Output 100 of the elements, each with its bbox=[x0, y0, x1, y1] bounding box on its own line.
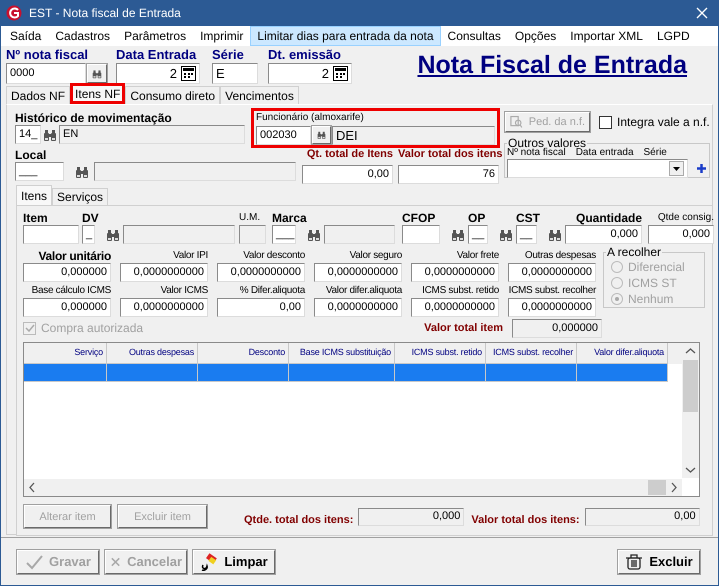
column-label: Série bbox=[644, 147, 667, 158]
lookup-button[interactable] bbox=[311, 125, 332, 145]
input-field[interactable]: ___ bbox=[15, 162, 64, 181]
menu-item[interactable]: Limitar dias para entrada da nota bbox=[250, 26, 441, 46]
menu-item[interactable]: Parâmetros bbox=[117, 26, 194, 46]
calendar-icon[interactable] bbox=[333, 66, 348, 81]
tab[interactable]: Itens NF bbox=[70, 83, 126, 104]
input-field[interactable]: 76 bbox=[398, 165, 499, 184]
input-field[interactable] bbox=[324, 225, 395, 244]
eraser-icon bbox=[200, 552, 218, 570]
radio-label: ICMS ST bbox=[628, 276, 677, 290]
document-search-icon bbox=[510, 115, 523, 129]
input-field[interactable]: 0,0000000000 bbox=[508, 263, 596, 282]
menu-item[interactable]: Consultas bbox=[440, 26, 508, 46]
input-field[interactable]: 0,000 bbox=[648, 225, 714, 244]
field-label: Base cálculo ICMS bbox=[30, 284, 111, 298]
input-field[interactable]: _ bbox=[82, 225, 95, 244]
input-field[interactable] bbox=[239, 225, 266, 244]
field-label: % Difer.aliquota bbox=[238, 284, 305, 298]
field-label: Data Entrada bbox=[116, 47, 198, 63]
input-field[interactable]: 14_ bbox=[15, 125, 41, 144]
field-label: Valor total dos itens bbox=[398, 148, 503, 162]
input-field[interactable]: 0,000000 bbox=[512, 318, 602, 338]
field-label: Item bbox=[23, 211, 49, 225]
field-label: U.M. bbox=[239, 211, 262, 225]
field-label: Valor seguro bbox=[348, 249, 402, 263]
delete-button[interactable]: Excluir bbox=[617, 548, 701, 574]
radio-label: Diferencial bbox=[628, 260, 685, 274]
input-field[interactable] bbox=[23, 225, 79, 244]
column-label: Data entrada bbox=[576, 147, 634, 158]
close-icon[interactable] bbox=[696, 7, 708, 19]
column-label: Nº nota fiscal bbox=[507, 147, 566, 158]
menu-item[interactable]: Imprimir bbox=[193, 26, 250, 46]
binoculars-icon[interactable] bbox=[43, 128, 57, 140]
tab[interactable]: Consumo direto bbox=[125, 86, 220, 104]
menu-item[interactable]: Importar XML bbox=[563, 26, 650, 46]
field-label: Dt. emissão bbox=[268, 47, 342, 63]
binoculars-icon[interactable] bbox=[499, 228, 513, 240]
binoculars-icon[interactable] bbox=[106, 228, 120, 240]
field-label: Valor total dos itens: bbox=[471, 514, 580, 526]
field-label: OP bbox=[468, 211, 486, 225]
field-label: CFOP bbox=[402, 211, 436, 225]
binoculars-icon[interactable] bbox=[307, 228, 321, 240]
input-field[interactable]: 0,0000000000 bbox=[314, 298, 402, 317]
field-label: Valor ICMS bbox=[160, 284, 208, 298]
horizontal-scrollbar[interactable] bbox=[24, 479, 682, 496]
binoculars-icon[interactable] bbox=[92, 68, 102, 80]
input-field[interactable]: 0,0000000000 bbox=[508, 298, 596, 317]
input-field[interactable]: E bbox=[212, 63, 258, 84]
field-label: ICMS subst. retido bbox=[421, 284, 499, 298]
input-field[interactable]: 0,000000 bbox=[23, 263, 111, 282]
binoculars-icon[interactable] bbox=[75, 166, 89, 178]
field-label: Funcionário (almoxarife) bbox=[256, 112, 365, 125]
menu-item[interactable]: Saída bbox=[3, 26, 48, 46]
dropdown-icon[interactable] bbox=[669, 161, 684, 176]
input-field[interactable]: 0,000 bbox=[565, 225, 642, 244]
field-label: Quantidade bbox=[574, 211, 642, 225]
binoculars-icon[interactable] bbox=[451, 228, 465, 240]
input-field[interactable] bbox=[402, 225, 440, 244]
field-label: Qt. total de Itens bbox=[306, 148, 393, 162]
form-heading: Nota Fiscal de Entrada bbox=[417, 51, 687, 80]
input-field[interactable]: __ bbox=[468, 225, 488, 244]
input-field[interactable]: 0000 bbox=[6, 63, 86, 84]
input-field[interactable]: ___ bbox=[272, 225, 296, 244]
lookup-button[interactable] bbox=[86, 63, 108, 84]
input-field[interactable]: 2 bbox=[268, 63, 352, 84]
input-field[interactable]: 0,000 bbox=[358, 508, 464, 526]
tab[interactable]: Serviços bbox=[52, 188, 108, 205]
tab[interactable]: Itens bbox=[16, 185, 52, 205]
checkbox[interactable] bbox=[599, 116, 612, 128]
input-field[interactable]: 0,0000000000 bbox=[120, 263, 208, 282]
input-field[interactable]: 0,0000000000 bbox=[411, 263, 499, 282]
input-field[interactable]: 0,0000000000 bbox=[120, 298, 208, 317]
field-label: Histórico de movimentação bbox=[15, 111, 173, 125]
menu-item[interactable]: Cadastros bbox=[48, 26, 118, 46]
binoculars-icon[interactable] bbox=[317, 129, 326, 141]
menu-item[interactable]: Opções bbox=[508, 26, 564, 46]
input-field[interactable]: 0,00 bbox=[217, 298, 305, 317]
input-field[interactable]: 0,00 bbox=[302, 165, 393, 184]
input-field[interactable] bbox=[94, 162, 296, 181]
clear-button[interactable]: Limpar bbox=[192, 548, 276, 574]
input-field[interactable]: 002030 bbox=[256, 126, 311, 144]
input-field[interactable]: 0,0000000000 bbox=[217, 263, 305, 282]
binoculars-icon[interactable] bbox=[548, 228, 562, 240]
plus-icon[interactable] bbox=[696, 163, 707, 174]
calendar-icon[interactable] bbox=[181, 66, 196, 81]
input-field[interactable]: EN bbox=[59, 125, 245, 144]
input-field[interactable]: 0,00 bbox=[584, 508, 700, 526]
input-field[interactable]: DEI bbox=[332, 126, 495, 144]
input-field[interactable]: 0,0000000000 bbox=[314, 263, 402, 282]
input-field[interactable] bbox=[123, 225, 235, 244]
tab[interactable]: Vencimentos bbox=[220, 86, 299, 104]
app-logo-icon bbox=[6, 5, 22, 21]
input-field[interactable]: __ bbox=[516, 225, 537, 244]
tab[interactable]: Dados NF bbox=[6, 86, 70, 104]
input-field[interactable]: 2 bbox=[116, 63, 200, 84]
input-field[interactable]: 0,000000 bbox=[23, 298, 111, 317]
menu-item[interactable]: LGPD bbox=[650, 26, 697, 46]
group-title: A recolher bbox=[607, 245, 662, 259]
input-field[interactable]: 0,0000000000 bbox=[411, 298, 499, 317]
